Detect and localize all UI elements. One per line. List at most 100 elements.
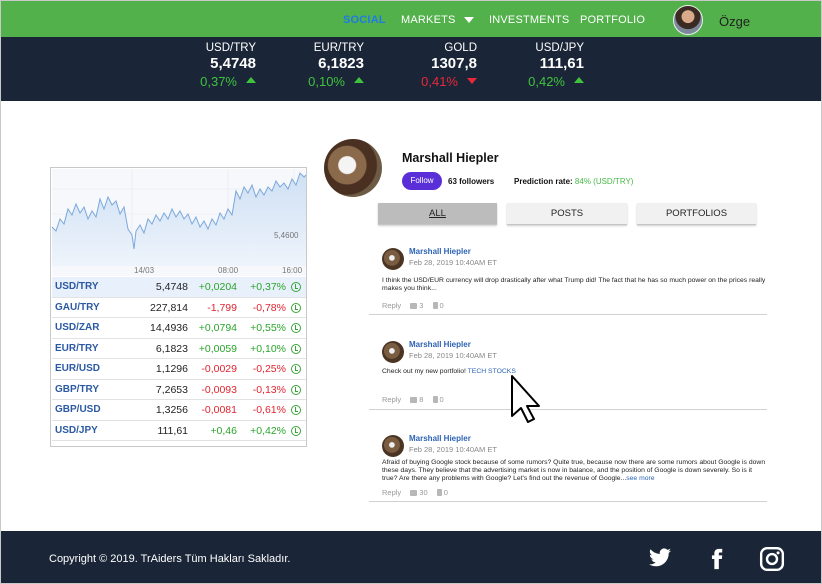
- chart-x-label: 14/03: [134, 266, 155, 275]
- post-avatar[interactable]: [382, 341, 404, 363]
- rate-pair[interactable]: USD/JPY: [55, 425, 98, 436]
- rate-percent: -0,61%: [252, 404, 286, 416]
- ticker-item[interactable]: USD/TRY 5,4748 0,37%: [166, 42, 256, 89]
- follow-button[interactable]: Follow: [402, 172, 442, 190]
- thumbs-up-icon[interactable]: [410, 303, 418, 309]
- chevron-down-icon[interactable]: [464, 17, 474, 23]
- post-author[interactable]: Marshall Hiepler: [409, 434, 471, 443]
- nav-social[interactable]: SOCIAL: [343, 14, 386, 26]
- table-row[interactable]: GBP/TRY 7,2653 -0,0093 -0,13%: [52, 380, 306, 400]
- thumbs-down-icon[interactable]: [436, 489, 442, 496]
- dislike-count: 0: [439, 395, 444, 404]
- mouse-pointer-icon: [511, 375, 540, 423]
- nav-markets[interactable]: MARKETS: [401, 14, 456, 26]
- arrow-down-icon: [467, 78, 477, 84]
- table-row[interactable]: USD/JPY 111,61 +0,46 +0,42%: [52, 421, 306, 441]
- ticker-value: 6,1823: [318, 55, 364, 72]
- post-actions: Reply 30 0: [382, 488, 448, 497]
- rate-change: -1,799: [207, 301, 237, 314]
- thumbs-up-icon[interactable]: [410, 490, 418, 496]
- ticker-item[interactable]: USD/JPY 111,61 0,42%: [494, 42, 584, 89]
- copyright-text: Copyright © 2019. TrAiders Tüm Hakları S…: [49, 553, 291, 565]
- table-row[interactable]: GBP/USD 1,3256 -0,0081 -0,61%: [52, 400, 306, 421]
- rate-change: +0,0059: [198, 342, 237, 355]
- rate-price: 14,4936: [150, 322, 188, 334]
- arrow-up-icon: [354, 77, 364, 83]
- tab-posts[interactable]: POSTS: [507, 203, 627, 225]
- post-avatar[interactable]: [382, 435, 404, 457]
- table-row[interactable]: USD/ZAR 14,4936 +0,0794 +0,55%: [52, 318, 306, 339]
- rate-pair[interactable]: GBP/TRY: [55, 384, 99, 395]
- clock-icon: [291, 302, 301, 313]
- reply-button[interactable]: Reply: [382, 395, 401, 404]
- clock-icon: [291, 343, 301, 354]
- tab-all[interactable]: ALL: [378, 203, 497, 225]
- prediction-rate: Prediction rate: 84% (USD/TRY): [514, 177, 634, 186]
- price-chart[interactable]: 5,4600 14/03 08:00 16:00: [52, 169, 306, 276]
- see-more-link[interactable]: see more: [626, 475, 654, 482]
- arrow-up-icon: [246, 77, 256, 83]
- rate-pair[interactable]: EUR/TRY: [55, 343, 99, 354]
- ticker-value: 1307,8: [431, 55, 477, 72]
- ticker-name: USD/TRY: [205, 42, 256, 54]
- table-row[interactable]: EUR/USD 1,1296 -0,0029 -0,25%: [52, 359, 306, 380]
- rate-change: -0,0029: [201, 363, 237, 375]
- clock-icon: [291, 384, 301, 395]
- chart-x-label: 08:00: [218, 266, 239, 275]
- thumbs-down-icon[interactable]: [432, 302, 438, 309]
- table-row[interactable]: EUR/TRY 6,1823 +0,0059 +0,10%: [52, 339, 306, 359]
- rate-price: 5,4748: [155, 281, 188, 293]
- followers-count[interactable]: 63 followers: [448, 177, 494, 186]
- rate-pair[interactable]: USD/ZAR: [55, 322, 99, 333]
- ticker-value: 5,4748: [210, 55, 256, 72]
- twitter-icon[interactable]: [646, 546, 674, 570]
- ticker-change: 0,41%: [387, 74, 477, 89]
- clock-icon: [291, 405, 301, 415]
- post-card: Marshall Hiepler Feb 28, 2019 10:40AM ET…: [369, 334, 767, 410]
- rate-price: 111,61: [157, 424, 188, 437]
- facebook-icon[interactable]: [706, 546, 728, 572]
- reply-button[interactable]: Reply: [382, 301, 401, 310]
- tab-portfolios[interactable]: PORTFOLIOS: [637, 203, 756, 225]
- chart-price-label: 5,4600: [274, 231, 299, 240]
- rate-percent: +0,55%: [250, 322, 286, 334]
- thumbs-up-icon[interactable]: [410, 397, 418, 403]
- ticker-item[interactable]: GOLD 1307,8 0,41%: [387, 42, 477, 89]
- ticker-item[interactable]: EUR/TRY 6,1823 0,10%: [274, 42, 364, 89]
- reply-button[interactable]: Reply: [382, 488, 401, 497]
- ticker-change: 0,42%: [494, 74, 584, 89]
- clock-icon: [291, 364, 301, 374]
- clock-icon: [291, 282, 301, 292]
- thumbs-down-icon[interactable]: [432, 396, 438, 403]
- dislike-count: 0: [443, 488, 448, 497]
- post-text: Check out my new portfolio! TECH STOCKS: [382, 368, 516, 375]
- post-date: Feb 28, 2019 10:40AM ET: [409, 351, 497, 360]
- ticker-bar: USD/TRY 5,4748 0,37% EUR/TRY 6,1823 0,10…: [1, 37, 821, 101]
- nav-portfolio[interactable]: PORTFOLIO: [580, 14, 645, 26]
- post-author[interactable]: Marshall Hiepler: [409, 340, 471, 349]
- clock-icon: [291, 425, 301, 436]
- rate-change: +0,46: [210, 424, 237, 437]
- ticker-change: 0,10%: [274, 74, 364, 89]
- nav-investments[interactable]: INVESTMENTS: [489, 14, 569, 26]
- user-avatar[interactable]: [673, 5, 703, 35]
- rate-percent: +0,10%: [250, 342, 286, 355]
- ticker-name: USD/JPY: [535, 42, 584, 54]
- post-avatar[interactable]: [382, 248, 404, 270]
- table-row[interactable]: USD/TRY 5,4748 +0,0204 +0,37%: [52, 277, 306, 298]
- prediction-value: 84% (USD/TRY): [574, 177, 634, 186]
- rate-pair[interactable]: GAU/TRY: [55, 302, 100, 313]
- instagram-icon[interactable]: [759, 546, 785, 572]
- table-row[interactable]: GAU/TRY 227,814 -1,799 -0,78%: [52, 298, 306, 318]
- post-card: Marshall Hiepler Feb 28, 2019 10:40AM ET…: [369, 241, 767, 315]
- user-name[interactable]: Özge: [719, 14, 750, 29]
- ticker-name: GOLD: [444, 42, 477, 54]
- chart-x-label: 16:00: [282, 266, 303, 275]
- rate-pair[interactable]: GBP/USD: [55, 404, 101, 415]
- profile-avatar: [324, 139, 382, 197]
- post-author[interactable]: Marshall Hiepler: [409, 247, 471, 256]
- rate-pair[interactable]: EUR/USD: [55, 363, 100, 374]
- rate-pair[interactable]: USD/TRY: [55, 281, 99, 292]
- rate-percent: -0,78%: [252, 301, 286, 314]
- page: SOCIAL MARKETS INVESTMENTS PORTFOLIO Özg…: [0, 0, 822, 584]
